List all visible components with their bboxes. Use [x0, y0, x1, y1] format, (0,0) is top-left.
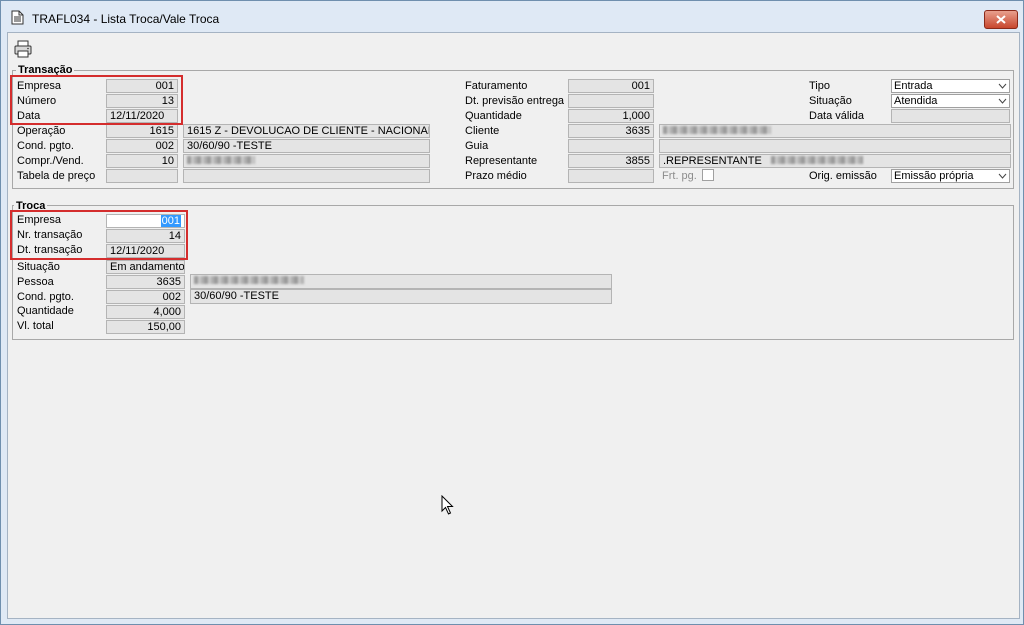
printer-icon[interactable] [12, 38, 34, 60]
operacao-code-field[interactable]: 1615 [106, 124, 178, 138]
troca-cond-pgto-label: Cond. pgto. [17, 291, 74, 303]
troca-situacao-field[interactable]: Em andamento [106, 260, 185, 274]
orig-emissao-select[interactable]: Emissão própria [891, 169, 1010, 183]
orig-emissao-value: Emissão própria [894, 170, 974, 182]
vl-total-label: Vl. total [17, 320, 54, 332]
redacted-text [663, 126, 771, 135]
tabela-preco-code-field[interactable] [106, 169, 178, 183]
frt-pg-checkbox[interactable] [702, 169, 714, 181]
client-area: Transação Empresa 001 Número 13 Data 12/… [7, 32, 1020, 619]
document-icon [11, 10, 24, 25]
faturamento-field[interactable]: 001 [568, 79, 654, 93]
guia-code-field[interactable] [568, 139, 654, 153]
troca-cond-pgto-desc-field[interactable]: 30/60/90 -TESTE [190, 289, 612, 304]
compr-vend-desc-field[interactable] [183, 154, 430, 168]
tipo-label: Tipo [809, 80, 830, 92]
redacted-text [194, 276, 304, 285]
tabela-preco-label: Tabela de preço [17, 170, 96, 182]
dt-previsao-field[interactable] [568, 94, 654, 108]
main-window: TRAFL034 - Lista Troca/Vale Troca Transa… [0, 0, 1024, 625]
representante-desc: .REPRESENTANTE [663, 155, 762, 167]
cliente-code-field[interactable]: 3635 [568, 124, 654, 138]
transacao-highlight-box [10, 75, 183, 125]
frt-pg-label: Frt. pg. [662, 170, 697, 182]
cond-pgto-desc-field[interactable]: 30/60/90 -TESTE [183, 139, 430, 153]
troca-quantidade-field[interactable]: 4,000 [106, 305, 185, 319]
compr-vend-code-field[interactable]: 10 [106, 154, 178, 168]
troca-situacao-label: Situação [17, 261, 60, 273]
pessoa-label: Pessoa [17, 276, 54, 288]
dt-previsao-label: Dt. previsão entrega [465, 95, 565, 107]
prazo-medio-label: Prazo médio [465, 170, 527, 182]
guia-desc-field[interactable] [659, 139, 1011, 153]
faturamento-label: Faturamento [465, 80, 528, 92]
chevron-down-icon [998, 173, 1007, 179]
guia-label: Guia [465, 140, 489, 152]
situacao-label: Situação [809, 95, 852, 107]
redacted-text [187, 156, 255, 165]
data-valida-field[interactable] [891, 109, 1010, 123]
title-bar[interactable]: TRAFL034 - Lista Troca/Vale Troca [1, 1, 1023, 31]
quantidade-label: Quantidade [465, 110, 522, 122]
troca-highlight-box [10, 210, 188, 260]
close-button[interactable] [984, 10, 1018, 29]
data-valida-label: Data válida [809, 110, 865, 122]
compr-vend-label: Compr./Vend. [17, 155, 84, 167]
tipo-select[interactable]: Entrada [891, 79, 1010, 93]
troca-quantidade-label: Quantidade [17, 305, 74, 317]
vl-total-field[interactable]: 150,00 [106, 320, 185, 334]
situacao-value: Atendida [894, 95, 938, 107]
chevron-down-icon [998, 98, 1007, 104]
representante-label: Representante [465, 155, 538, 167]
cliente-desc-field[interactable] [659, 124, 1011, 138]
chevron-down-icon [998, 83, 1007, 89]
redacted-text [770, 156, 863, 165]
representante-code-field[interactable]: 3855 [568, 154, 654, 168]
quantidade-field[interactable]: 1,000 [568, 109, 654, 123]
mouse-cursor-icon [441, 495, 454, 515]
pessoa-code-field[interactable]: 3635 [106, 275, 185, 289]
close-icon [996, 15, 1006, 24]
representante-desc-field[interactable]: .REPRESENTANTE [659, 154, 1011, 168]
pessoa-desc-field[interactable] [190, 274, 612, 289]
cond-pgto-code-field[interactable]: 002 [106, 139, 178, 153]
orig-emissao-label: Orig. emissão [809, 170, 877, 182]
tipo-value: Entrada [894, 80, 933, 92]
troca-cond-pgto-code-field[interactable]: 002 [106, 290, 185, 304]
window-title: TRAFL034 - Lista Troca/Vale Troca [32, 12, 220, 26]
tabela-preco-desc-field[interactable] [183, 169, 430, 183]
prazo-medio-field[interactable] [568, 169, 654, 183]
operacao-label: Operação [17, 125, 66, 137]
operacao-desc-field[interactable]: 1615 Z - DEVOLUCAO DE CLIENTE - NACIONAL [183, 124, 430, 138]
cond-pgto-label: Cond. pgto. [17, 140, 74, 152]
cliente-label: Cliente [465, 125, 500, 137]
situacao-select[interactable]: Atendida [891, 94, 1010, 108]
